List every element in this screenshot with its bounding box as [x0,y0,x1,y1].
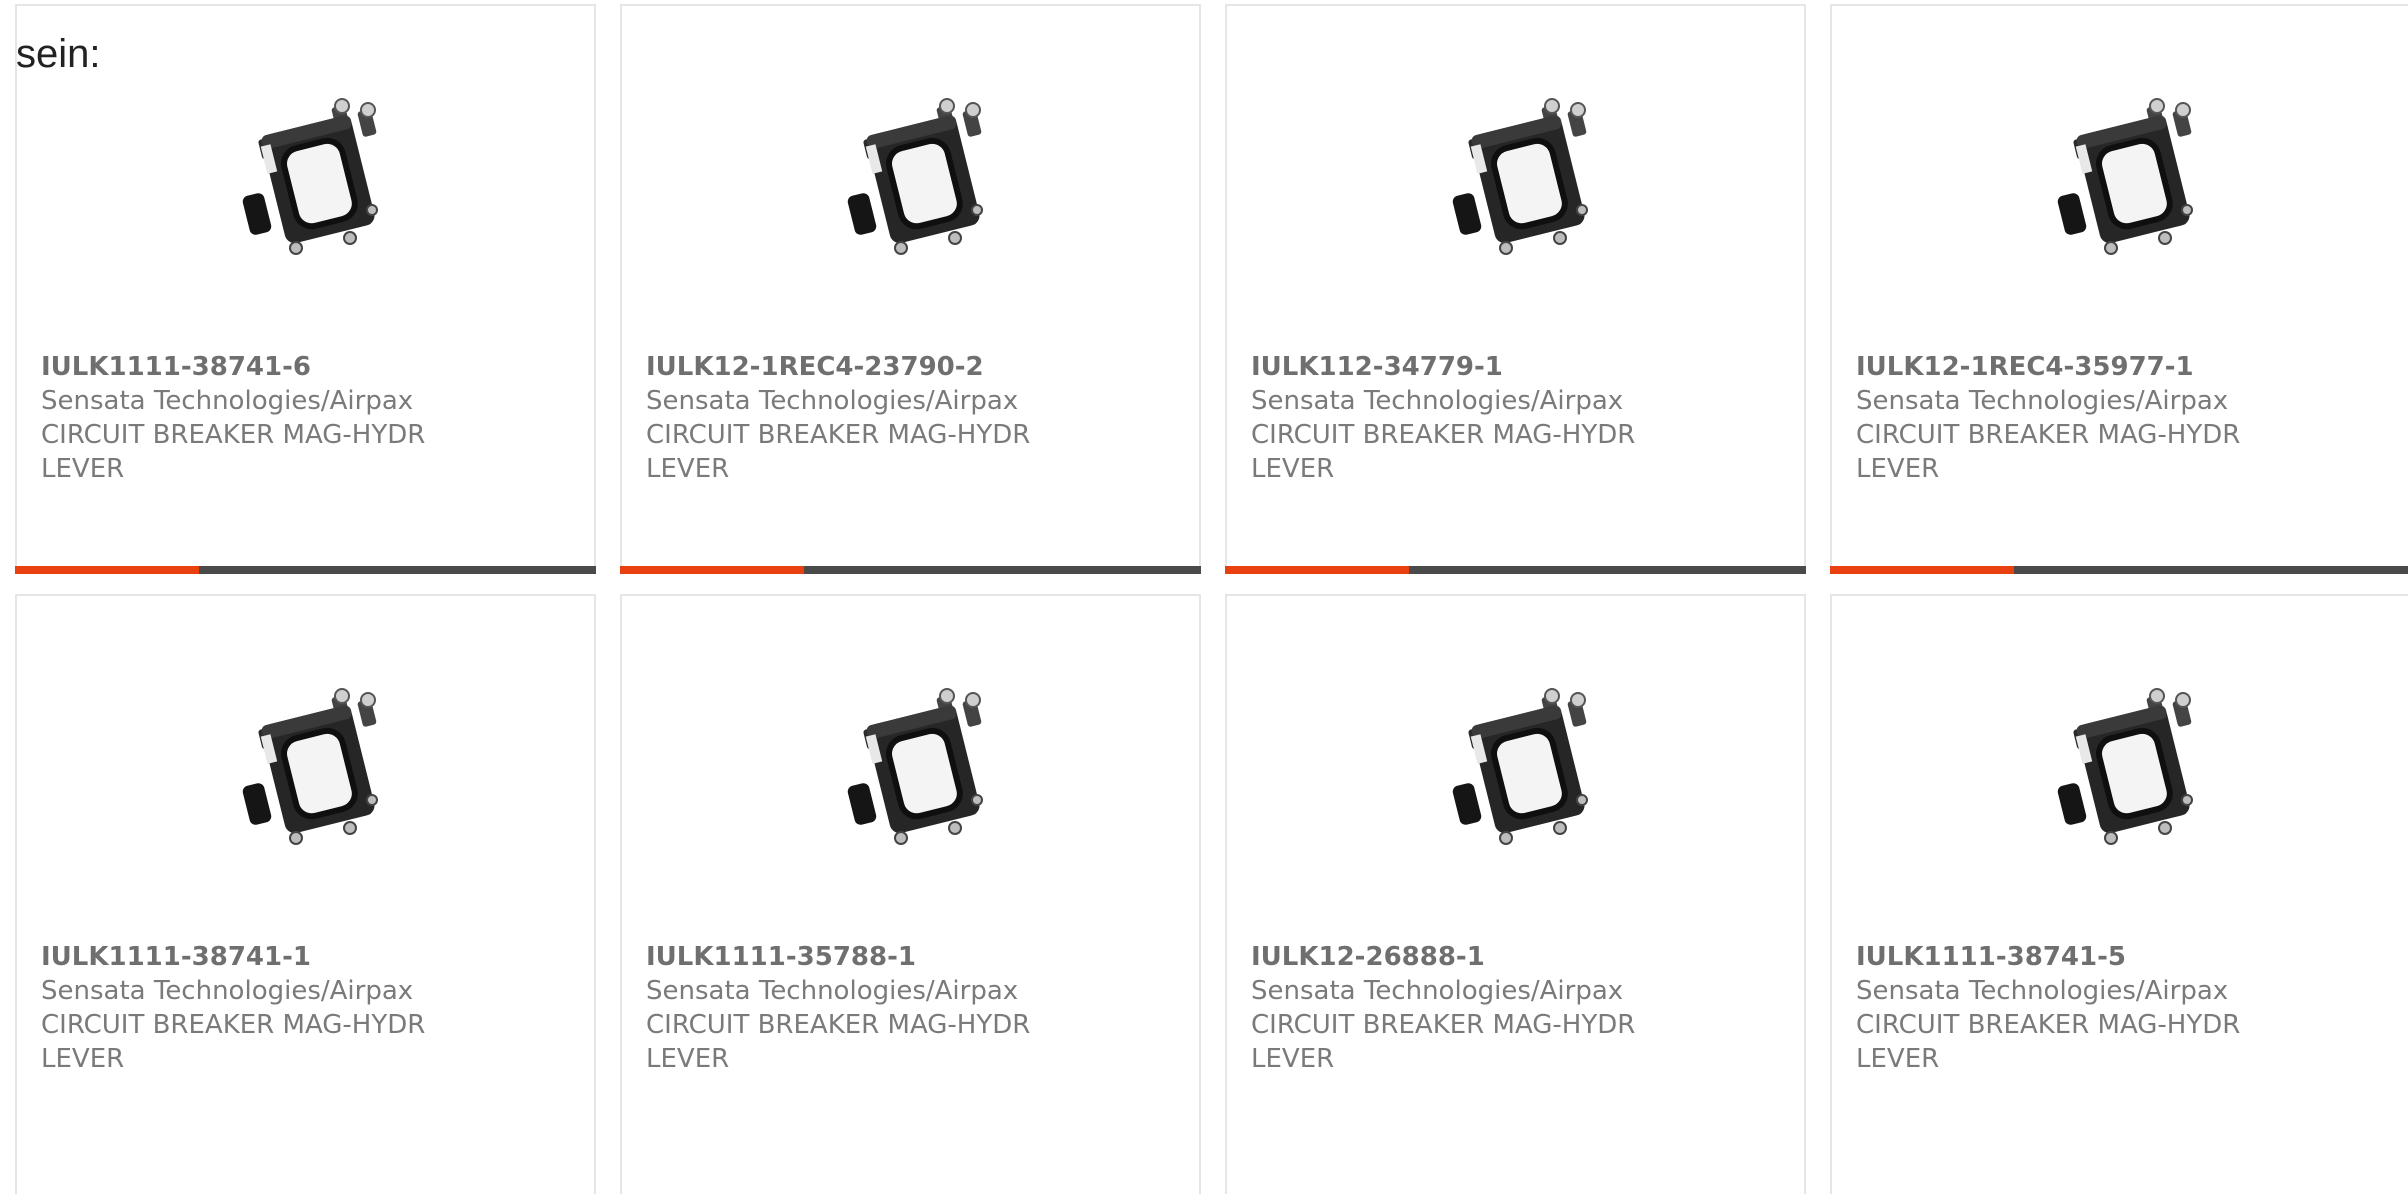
product-part-number[interactable]: IULK112-34779-1 [1251,350,1784,384]
circuit-breaker-image[interactable] [1452,98,1602,258]
product-manufacturer: Sensata Technologies/Airpax [646,976,1019,1006]
product-description: CIRCUIT BREAKER MAG-HYDR [646,420,1031,450]
product-info: IULK12-1REC4-23790-2 Sensata Technologie… [646,350,1179,486]
circuit-breaker-image[interactable] [242,98,392,258]
product-card[interactable]: IULK1111-35788-1 Sensata Technologies/Ai… [620,594,1201,1194]
product-description-cont: LEVER [41,454,125,484]
product-info: IULK12-1REC4-35977-1 Sensata Technologie… [1856,350,2389,486]
product-info: IULK1111-38741-6 Sensata Technologies/Ai… [41,350,574,486]
product-part-number[interactable]: IULK1111-38741-5 [1856,940,2389,974]
product-part-number[interactable]: IULK12-1REC4-35977-1 [1856,350,2389,384]
product-info: IULK1111-35788-1 Sensata Technologies/Ai… [646,940,1179,1076]
product-description: CIRCUIT BREAKER MAG-HYDR [41,1010,426,1040]
circuit-breaker-image[interactable] [2057,688,2207,848]
product-card[interactable]: IULK1111-38741-5 Sensata Technologies/Ai… [1830,594,2408,1194]
product-description: CIRCUIT BREAKER MAG-HYDR [1856,420,2241,450]
product-part-number[interactable]: IULK1111-35788-1 [646,940,1179,974]
card-accent-bar [1225,566,1409,574]
product-description: CIRCUIT BREAKER MAG-HYDR [41,420,426,450]
product-description: CIRCUIT BREAKER MAG-HYDR [1856,1010,2241,1040]
product-info: IULK12-26888-1 Sensata Technologies/Airp… [1251,940,1784,1076]
circuit-breaker-image[interactable] [2057,98,2207,258]
product-part-number[interactable]: IULK12-1REC4-23790-2 [646,350,1179,384]
circuit-breaker-image[interactable] [242,688,392,848]
product-info: IULK1111-38741-5 Sensata Technologies/Ai… [1856,940,2389,1076]
circuit-breaker-image[interactable] [847,688,997,848]
product-manufacturer: Sensata Technologies/Airpax [646,386,1019,416]
product-manufacturer: Sensata Technologies/Airpax [1856,976,2229,1006]
product-manufacturer: Sensata Technologies/Airpax [1856,386,2229,416]
card-progress-bar [1225,566,1806,574]
card-accent-bar [15,566,199,574]
product-card[interactable]: IULK12-1REC4-35977-1 Sensata Technologie… [1830,4,2408,574]
product-description: CIRCUIT BREAKER MAG-HYDR [1251,1010,1636,1040]
card-progress-bar [1830,566,2408,574]
product-part-number[interactable]: IULK1111-38741-1 [41,940,574,974]
product-grid: IULK1111-38741-6 Sensata Technologies/Ai… [15,4,2408,1194]
circuit-breaker-image[interactable] [1452,688,1602,848]
product-part-number[interactable]: IULK12-26888-1 [1251,940,1784,974]
product-card[interactable]: IULK12-1REC4-23790-2 Sensata Technologie… [620,4,1201,574]
product-description-cont: LEVER [1251,454,1335,484]
product-card[interactable]: IULK112-34779-1 Sensata Technologies/Air… [1225,4,1806,574]
product-card[interactable]: IULK1111-38741-6 Sensata Technologies/Ai… [15,4,596,574]
product-description-cont: LEVER [1856,454,1940,484]
product-card[interactable]: IULK12-26888-1 Sensata Technologies/Airp… [1225,594,1806,1194]
card-accent-bar [620,566,804,574]
product-part-number[interactable]: IULK1111-38741-6 [41,350,574,384]
product-description-cont: LEVER [1856,1044,1940,1074]
product-manufacturer: Sensata Technologies/Airpax [41,386,414,416]
product-description-cont: LEVER [646,454,730,484]
product-description-cont: LEVER [646,1044,730,1074]
product-manufacturer: Sensata Technologies/Airpax [1251,386,1624,416]
card-progress-bar [15,566,596,574]
product-manufacturer: Sensata Technologies/Airpax [41,976,414,1006]
product-info: IULK112-34779-1 Sensata Technologies/Air… [1251,350,1784,486]
product-description: CIRCUIT BREAKER MAG-HYDR [646,1010,1031,1040]
product-description-cont: LEVER [1251,1044,1335,1074]
card-progress-bar [620,566,1201,574]
circuit-breaker-image[interactable] [847,98,997,258]
product-info: IULK1111-38741-1 Sensata Technologies/Ai… [41,940,574,1076]
card-accent-bar [1830,566,2014,574]
product-card[interactable]: IULK1111-38741-1 Sensata Technologies/Ai… [15,594,596,1194]
intro-text: sein: [16,32,101,76]
product-description: CIRCUIT BREAKER MAG-HYDR [1251,420,1636,450]
product-manufacturer: Sensata Technologies/Airpax [1251,976,1624,1006]
product-description-cont: LEVER [41,1044,125,1074]
